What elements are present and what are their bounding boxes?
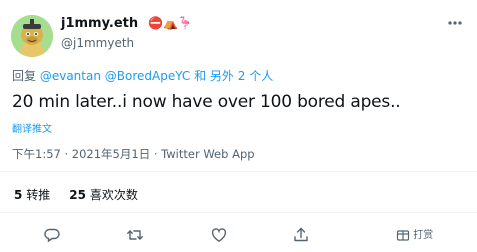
author-handle[interactable]: @j1mmyeth [61, 36, 134, 50]
divider [0, 212, 477, 213]
share-icon[interactable] [292, 226, 310, 244]
tweet-text: 20 min later..i now have over 100 bored … [12, 92, 401, 112]
reply-icon[interactable] [43, 226, 61, 244]
author-display-name[interactable]: j1mmy.eth [61, 16, 138, 31]
reply-prefix: 回复 [12, 69, 37, 83]
tweet-timestamp[interactable]: 下午1:57 · 2021年5月1日 · Twitter Web App [12, 146, 255, 162]
tip-button[interactable]: 打赏 [396, 226, 433, 242]
more-icon[interactable] [446, 14, 464, 32]
likes-count: 25 [69, 188, 86, 202]
like-icon[interactable] [210, 226, 228, 244]
author-badges: ⛔⛺🦩 [148, 16, 193, 30]
reply-others[interactable]: 和 另外 2 个人 [194, 69, 273, 83]
ape-avatar-icon [11, 15, 53, 57]
retweets-label: 转推 [26, 188, 51, 202]
retweets-stat[interactable]: 5 转推 [14, 188, 54, 202]
retweets-count: 5 [14, 188, 23, 202]
tip-label: 打赏 [413, 230, 434, 241]
avatar[interactable] [11, 15, 53, 57]
tweet-stats: 5 转推 25 喜欢次数 [14, 186, 138, 203]
tip-icon [396, 230, 410, 241]
retweet-icon[interactable] [126, 226, 144, 244]
translate-link[interactable]: 翻译推文 [12, 120, 52, 135]
likes-label: 喜欢次数 [89, 188, 138, 202]
reply-context: 回复 @evantan @BoredApeYC 和 另外 2 个人 [12, 67, 273, 84]
reply-mentions[interactable]: @evantan @BoredApeYC [40, 69, 190, 83]
divider [0, 171, 477, 172]
likes-stat[interactable]: 25 喜欢次数 [69, 188, 138, 202]
